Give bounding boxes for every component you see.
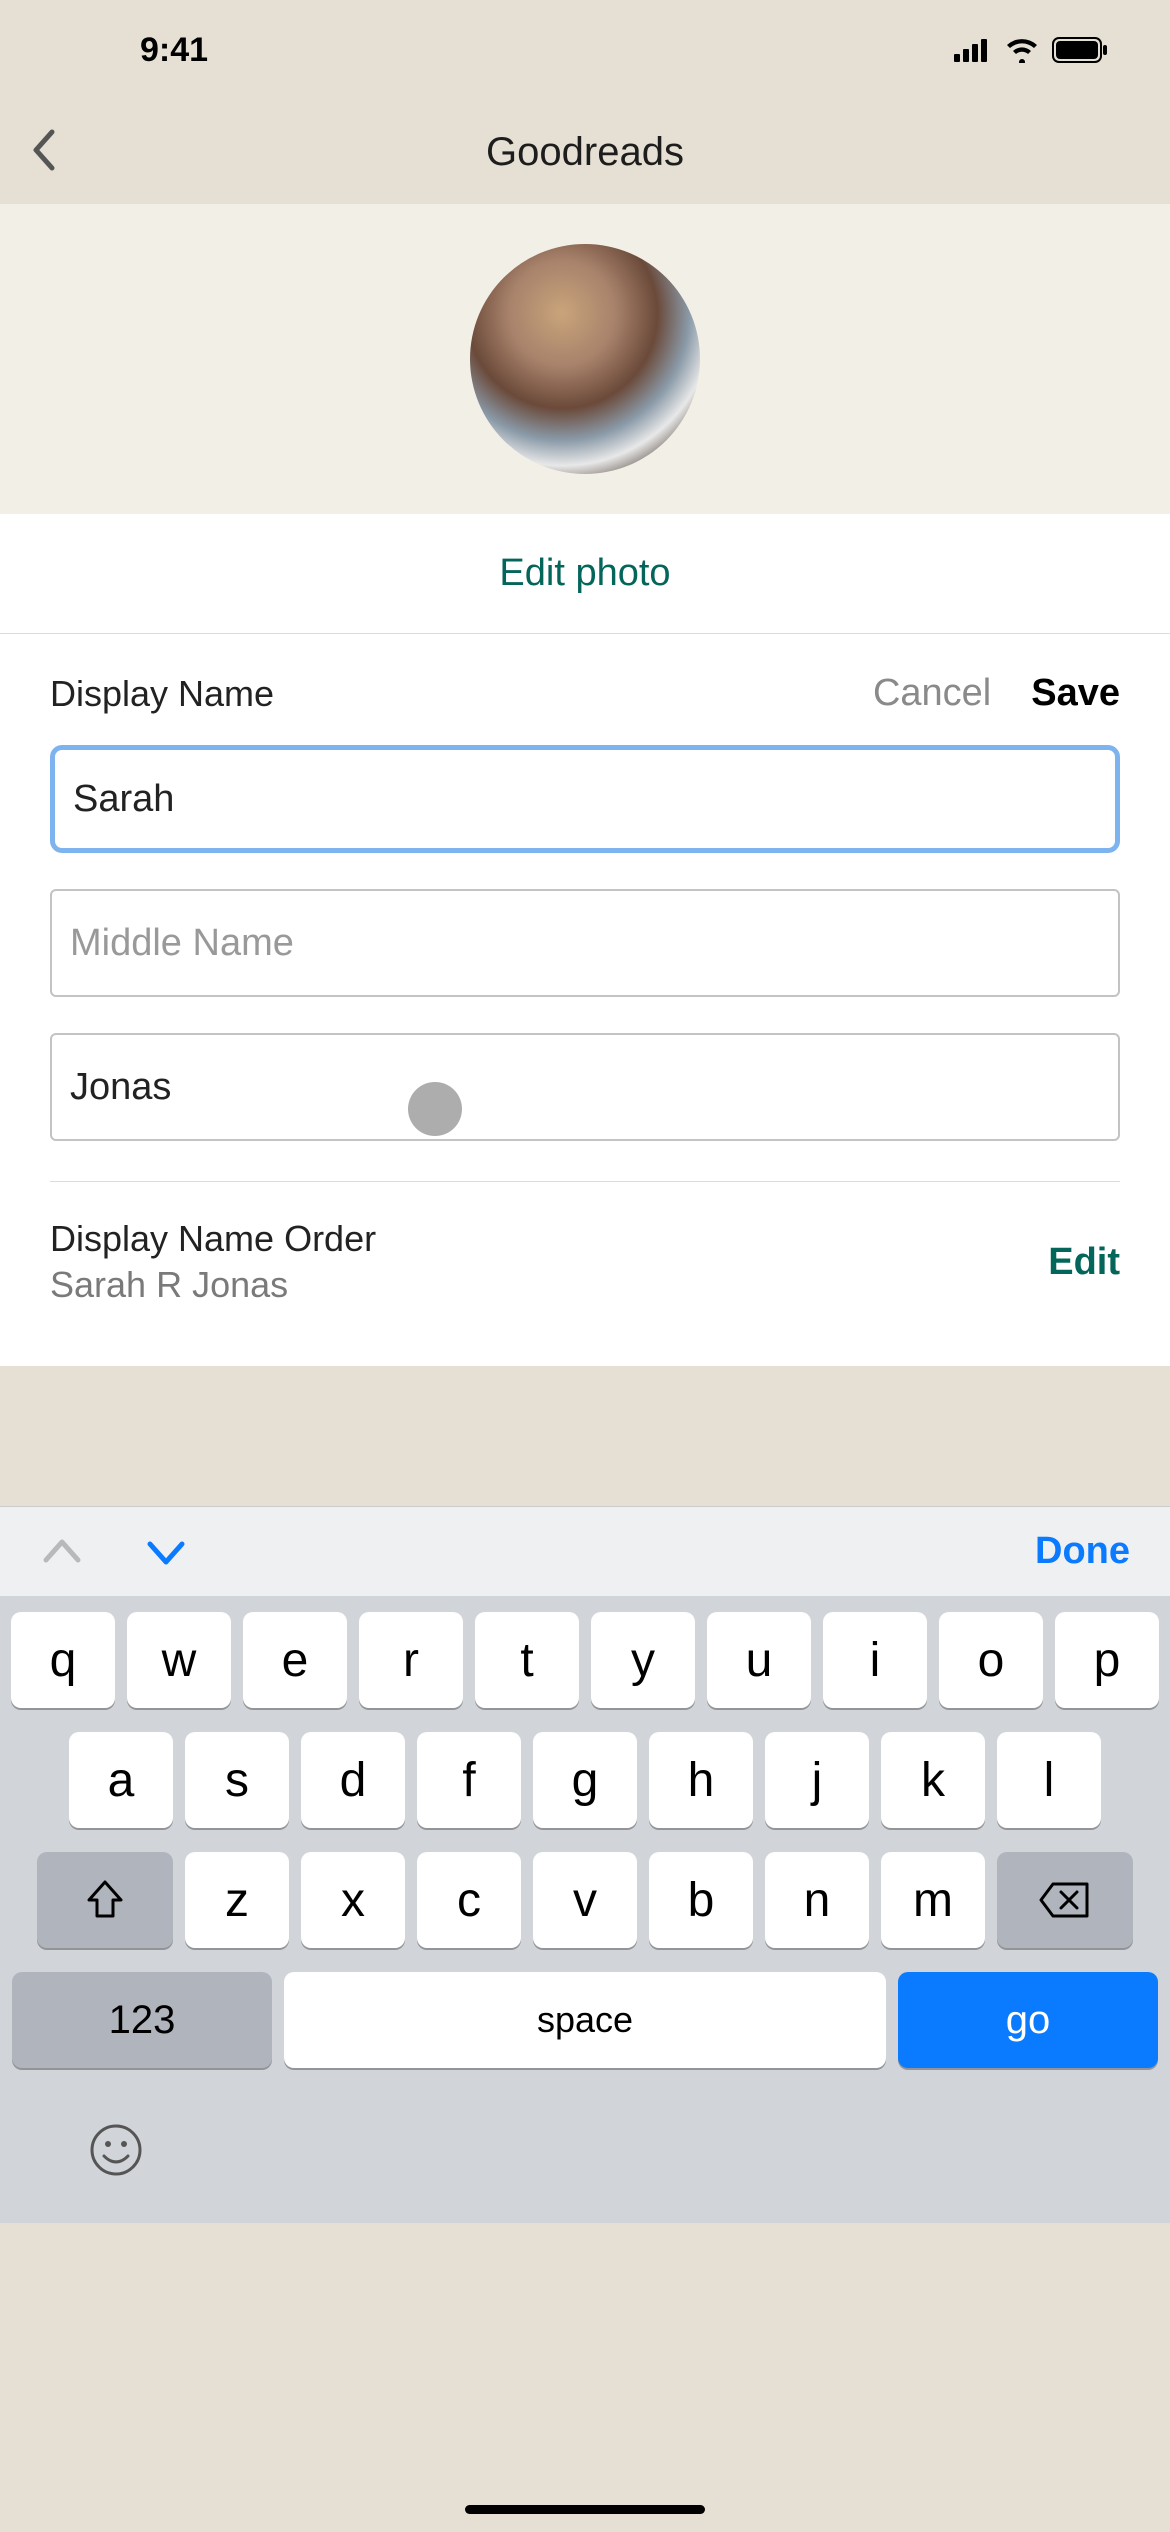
key-k[interactable]: k [881, 1732, 985, 1828]
display-name-order-row: Display Name Order Sarah R Jonas Edit [50, 1218, 1120, 1306]
key-y[interactable]: y [591, 1612, 695, 1708]
status-time: 9:41 [140, 31, 208, 70]
key-space[interactable]: space [284, 1972, 886, 2068]
touch-indicator [408, 1082, 462, 1136]
key-e[interactable]: e [243, 1612, 347, 1708]
key-r[interactable]: r [359, 1612, 463, 1708]
key-l[interactable]: l [997, 1732, 1101, 1828]
edit-photo-link: Edit photo [499, 552, 670, 594]
display-name-label-row: Display Name Cancel Save [50, 672, 1120, 715]
key-d[interactable]: d [301, 1732, 405, 1828]
key-n[interactable]: n [765, 1852, 869, 1948]
key-o[interactable]: o [939, 1612, 1043, 1708]
edit-order-button[interactable]: Edit [1048, 1241, 1120, 1284]
keyboard-accessory-bar: Done [0, 1506, 1170, 1596]
next-field-icon[interactable] [144, 1536, 188, 1568]
nav-bar: Goodreads [0, 100, 1170, 204]
emoji-icon[interactable] [88, 2122, 144, 2178]
back-button[interactable] [30, 128, 58, 177]
status-icons [954, 37, 1110, 63]
save-button[interactable]: Save [1031, 672, 1120, 715]
order-value: Sarah R Jonas [50, 1264, 376, 1306]
key-h[interactable]: h [649, 1732, 753, 1828]
divider [50, 1181, 1120, 1182]
key-w[interactable]: w [127, 1612, 231, 1708]
last-name-input[interactable] [50, 1033, 1120, 1141]
key-t[interactable]: t [475, 1612, 579, 1708]
status-bar: 9:41 [0, 0, 1170, 100]
key-p[interactable]: p [1055, 1612, 1159, 1708]
key-u[interactable]: u [707, 1612, 811, 1708]
key-123[interactable]: 123 [12, 1972, 272, 2068]
display-name-form: Display Name Cancel Save Display Name Or… [0, 634, 1170, 1366]
middle-name-input[interactable] [50, 889, 1120, 997]
profile-avatar[interactable] [470, 244, 700, 474]
photo-section [0, 204, 1170, 514]
key-v[interactable]: v [533, 1852, 637, 1948]
chevron-left-icon [30, 128, 58, 172]
prev-field-icon[interactable] [40, 1536, 84, 1568]
key-z[interactable]: z [185, 1852, 289, 1948]
wifi-icon [1004, 37, 1040, 63]
edit-photo-row[interactable]: Edit photo [0, 514, 1170, 634]
order-label: Display Name Order [50, 1218, 376, 1260]
first-name-input[interactable] [50, 745, 1120, 853]
key-b[interactable]: b [649, 1852, 753, 1948]
key-m[interactable]: m [881, 1852, 985, 1948]
keyboard-row-1: q w e r t y u i o p [8, 1612, 1162, 1708]
cancel-button[interactable]: Cancel [873, 672, 991, 715]
key-q[interactable]: q [11, 1612, 115, 1708]
keyboard-row-3: z x c v b n m [8, 1852, 1162, 1948]
key-c[interactable]: c [417, 1852, 521, 1948]
key-x[interactable]: x [301, 1852, 405, 1948]
cellular-icon [954, 38, 992, 62]
key-s[interactable]: s [185, 1732, 289, 1828]
nav-title: Goodreads [486, 130, 684, 175]
keyboard-done-button[interactable]: Done [1035, 1530, 1130, 1573]
display-name-label: Display Name [50, 673, 274, 715]
key-go[interactable]: go [898, 1972, 1158, 2068]
key-shift[interactable] [37, 1852, 173, 1948]
shift-icon [83, 1878, 127, 1922]
key-g[interactable]: g [533, 1732, 637, 1828]
key-f[interactable]: f [417, 1732, 521, 1828]
keyboard-row-2: a s d f g h j k l [8, 1732, 1162, 1828]
key-i[interactable]: i [823, 1612, 927, 1708]
key-a[interactable]: a [69, 1732, 173, 1828]
home-indicator[interactable] [465, 2505, 705, 2514]
key-j[interactable]: j [765, 1732, 869, 1828]
keyboard: q w e r t y u i o p a s d f g h j k l z … [0, 1596, 1170, 2223]
keyboard-row-4: 123 space go [8, 1972, 1162, 2068]
key-backspace[interactable] [997, 1852, 1133, 1948]
backspace-icon [1039, 1880, 1091, 1920]
keyboard-bottom-row [8, 2092, 1162, 2223]
battery-icon [1052, 37, 1110, 63]
